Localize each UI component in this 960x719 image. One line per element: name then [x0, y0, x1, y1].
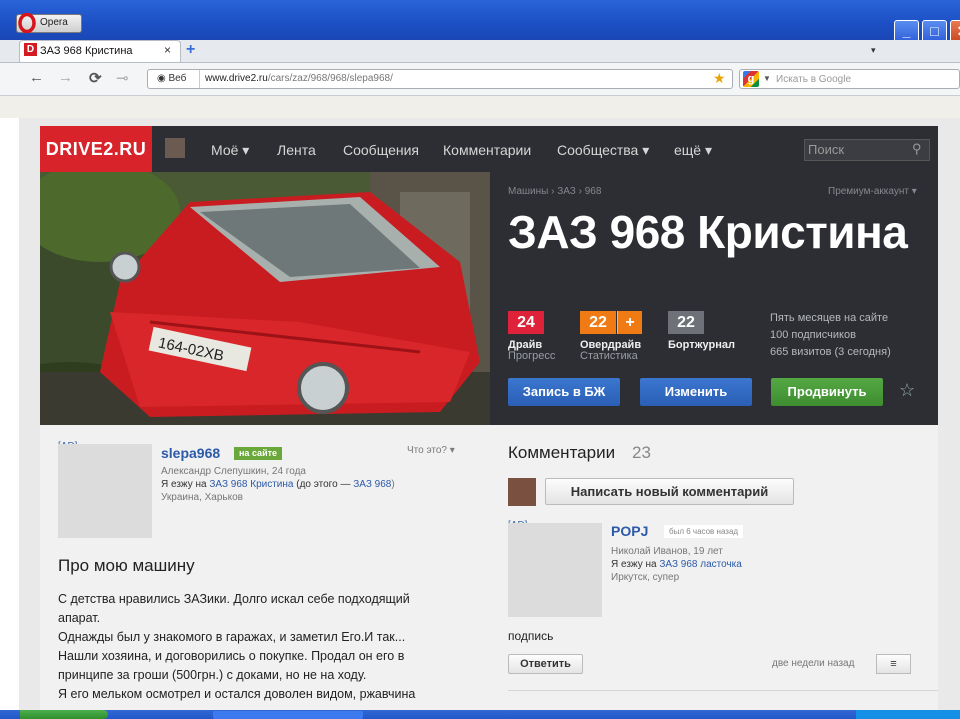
new-tab-button[interactable]: +	[186, 41, 195, 59]
search-engine-dropdown-icon[interactable]: ▼	[763, 74, 771, 83]
nav-communities[interactable]: Сообщества ▾	[557, 142, 649, 159]
opera-menu-label: Opera	[40, 17, 68, 28]
comment-author-meta: Николай Иванов, 19 лет Я езжу на ЗАЗ 968…	[611, 545, 742, 584]
page-title: ЗАЗ 968 Кристина	[508, 206, 908, 258]
comment-author-link[interactable]: POPJ	[611, 523, 648, 539]
site-logo[interactable]: DRIVE2.RU	[40, 126, 152, 172]
nav-moe[interactable]: Моё ▾	[211, 142, 249, 159]
tab-title: ЗАЗ 968 Кристина	[40, 45, 133, 57]
drive-badge[interactable]: 24	[508, 311, 544, 334]
site-info-visits: 665 визитов (3 сегодня)	[770, 346, 891, 358]
nav-more[interactable]: ещё ▾	[674, 142, 712, 159]
logbook-label: Бортжурнал	[668, 339, 735, 351]
author-name-link[interactable]: slepa968	[161, 445, 220, 461]
comment-divider	[508, 690, 938, 691]
favorite-star-icon[interactable]: ☆	[899, 380, 915, 401]
author-fullname: Александр Слепушкин, 24 года	[161, 466, 306, 477]
drive2-favicon-icon: D	[24, 43, 37, 56]
author-location: Украина, Харьков	[161, 492, 243, 503]
whats-this-link[interactable]: Что это? ▾	[407, 445, 455, 456]
write-comment-button[interactable]: Написать новый комментарий	[545, 478, 794, 505]
site-info-age: Пять месяцев на сайте	[770, 312, 889, 324]
overdrive-plus-icon[interactable]: +	[617, 311, 642, 334]
comments-title: Комментарии	[508, 443, 616, 462]
author-car-link[interactable]: ЗАЗ 968 Кристина	[209, 479, 293, 490]
overdrive-sublabel[interactable]: Статистика	[580, 350, 638, 362]
comment-menu-icon[interactable]: ≡	[876, 654, 911, 674]
overdrive-badge[interactable]: 22	[580, 311, 616, 334]
comment-author-car-link[interactable]: ЗАЗ 968 ласточка	[659, 559, 741, 570]
site-search-placeholder: Поиск	[808, 142, 845, 157]
about-car-title: Про мою машину	[58, 556, 195, 575]
reload-icon[interactable]: ⟳	[89, 69, 102, 87]
comment-author-drives: Я езжу на ЗАЗ 968 ласточка	[611, 559, 742, 570]
address-url[interactable]: www.drive2.ru/cars/zaz/968/968/slepa968/	[205, 73, 393, 84]
logbook-badge[interactable]: 22	[668, 311, 704, 334]
author-meta: Александр Слепушкин, 24 года Я езжу на З…	[161, 465, 401, 504]
online-status-badge: на сайте	[234, 447, 283, 460]
breadcrumb[interactable]: Машины › ЗАЗ › 968	[508, 186, 601, 197]
search-icon[interactable]: ⚲	[912, 141, 922, 157]
comment-avatar[interactable]	[508, 523, 602, 617]
nav-comments[interactable]: Комментарии	[443, 142, 531, 158]
back-icon[interactable]: ←	[29, 69, 44, 86]
add-logbook-entry-button[interactable]: Запись в БЖ	[508, 378, 620, 406]
site-info: Пять месяцев на сайте 100 подписчиков 66…	[770, 310, 891, 361]
start-button[interactable]	[20, 710, 108, 719]
car-photo[interactable]: 164-02ХВ	[40, 172, 490, 425]
address-separator	[199, 70, 200, 88]
author-avatar[interactable]	[58, 444, 152, 538]
comments-count: 23	[632, 443, 651, 462]
system-tray	[856, 710, 960, 719]
edit-button[interactable]: Изменить	[640, 378, 752, 406]
premium-account-link[interactable]: Премиум-аккаунт ▾	[828, 186, 917, 197]
comment-text: подпись	[508, 629, 554, 643]
comment-status-badge: был 6 часов назад	[664, 525, 744, 538]
comment-author-location: Иркутск, супер	[611, 572, 680, 583]
key-icon[interactable]: ⊸	[116, 69, 129, 87]
nav-lenta[interactable]: Лента	[277, 142, 316, 158]
search-placeholder: Искать в Google	[776, 74, 852, 85]
comment-author-fullname: Николай Иванов, 19 лет	[611, 546, 723, 557]
google-icon[interactable]: g	[743, 71, 759, 87]
reply-button[interactable]: Ответить	[508, 654, 583, 674]
web-mode-label[interactable]: ◉ Веб	[157, 73, 186, 84]
tab-close-icon[interactable]: ×	[164, 43, 171, 57]
user-avatar[interactable]	[165, 138, 185, 158]
taskbar	[0, 710, 960, 719]
taskbar-opera-item[interactable]	[213, 711, 363, 719]
about-car-text: С детства нравились ЗАЗики. Долго искал …	[58, 592, 416, 701]
opera-logo-icon	[18, 13, 36, 33]
author-drives: Я езжу на ЗАЗ 968 Кристина (до этого — З…	[161, 479, 395, 490]
browser-titlebar	[0, 0, 960, 40]
promote-button[interactable]: Продвинуть	[771, 378, 883, 406]
author-previous-car-link[interactable]: ЗАЗ 968	[353, 479, 391, 490]
forward-icon[interactable]: →	[58, 69, 73, 86]
drive-sublabel[interactable]: Прогресс	[508, 350, 555, 362]
site-info-followers: 100 подписчиков	[770, 329, 856, 341]
bookmarks-strip	[0, 96, 960, 118]
comment-date[interactable]: две недели назад	[772, 658, 854, 669]
bookmark-star-icon[interactable]: ★	[713, 70, 726, 87]
my-avatar[interactable]	[508, 478, 536, 506]
tab-list-icon[interactable]: ▾	[871, 45, 876, 56]
nav-messages[interactable]: Сообщения	[343, 142, 419, 158]
